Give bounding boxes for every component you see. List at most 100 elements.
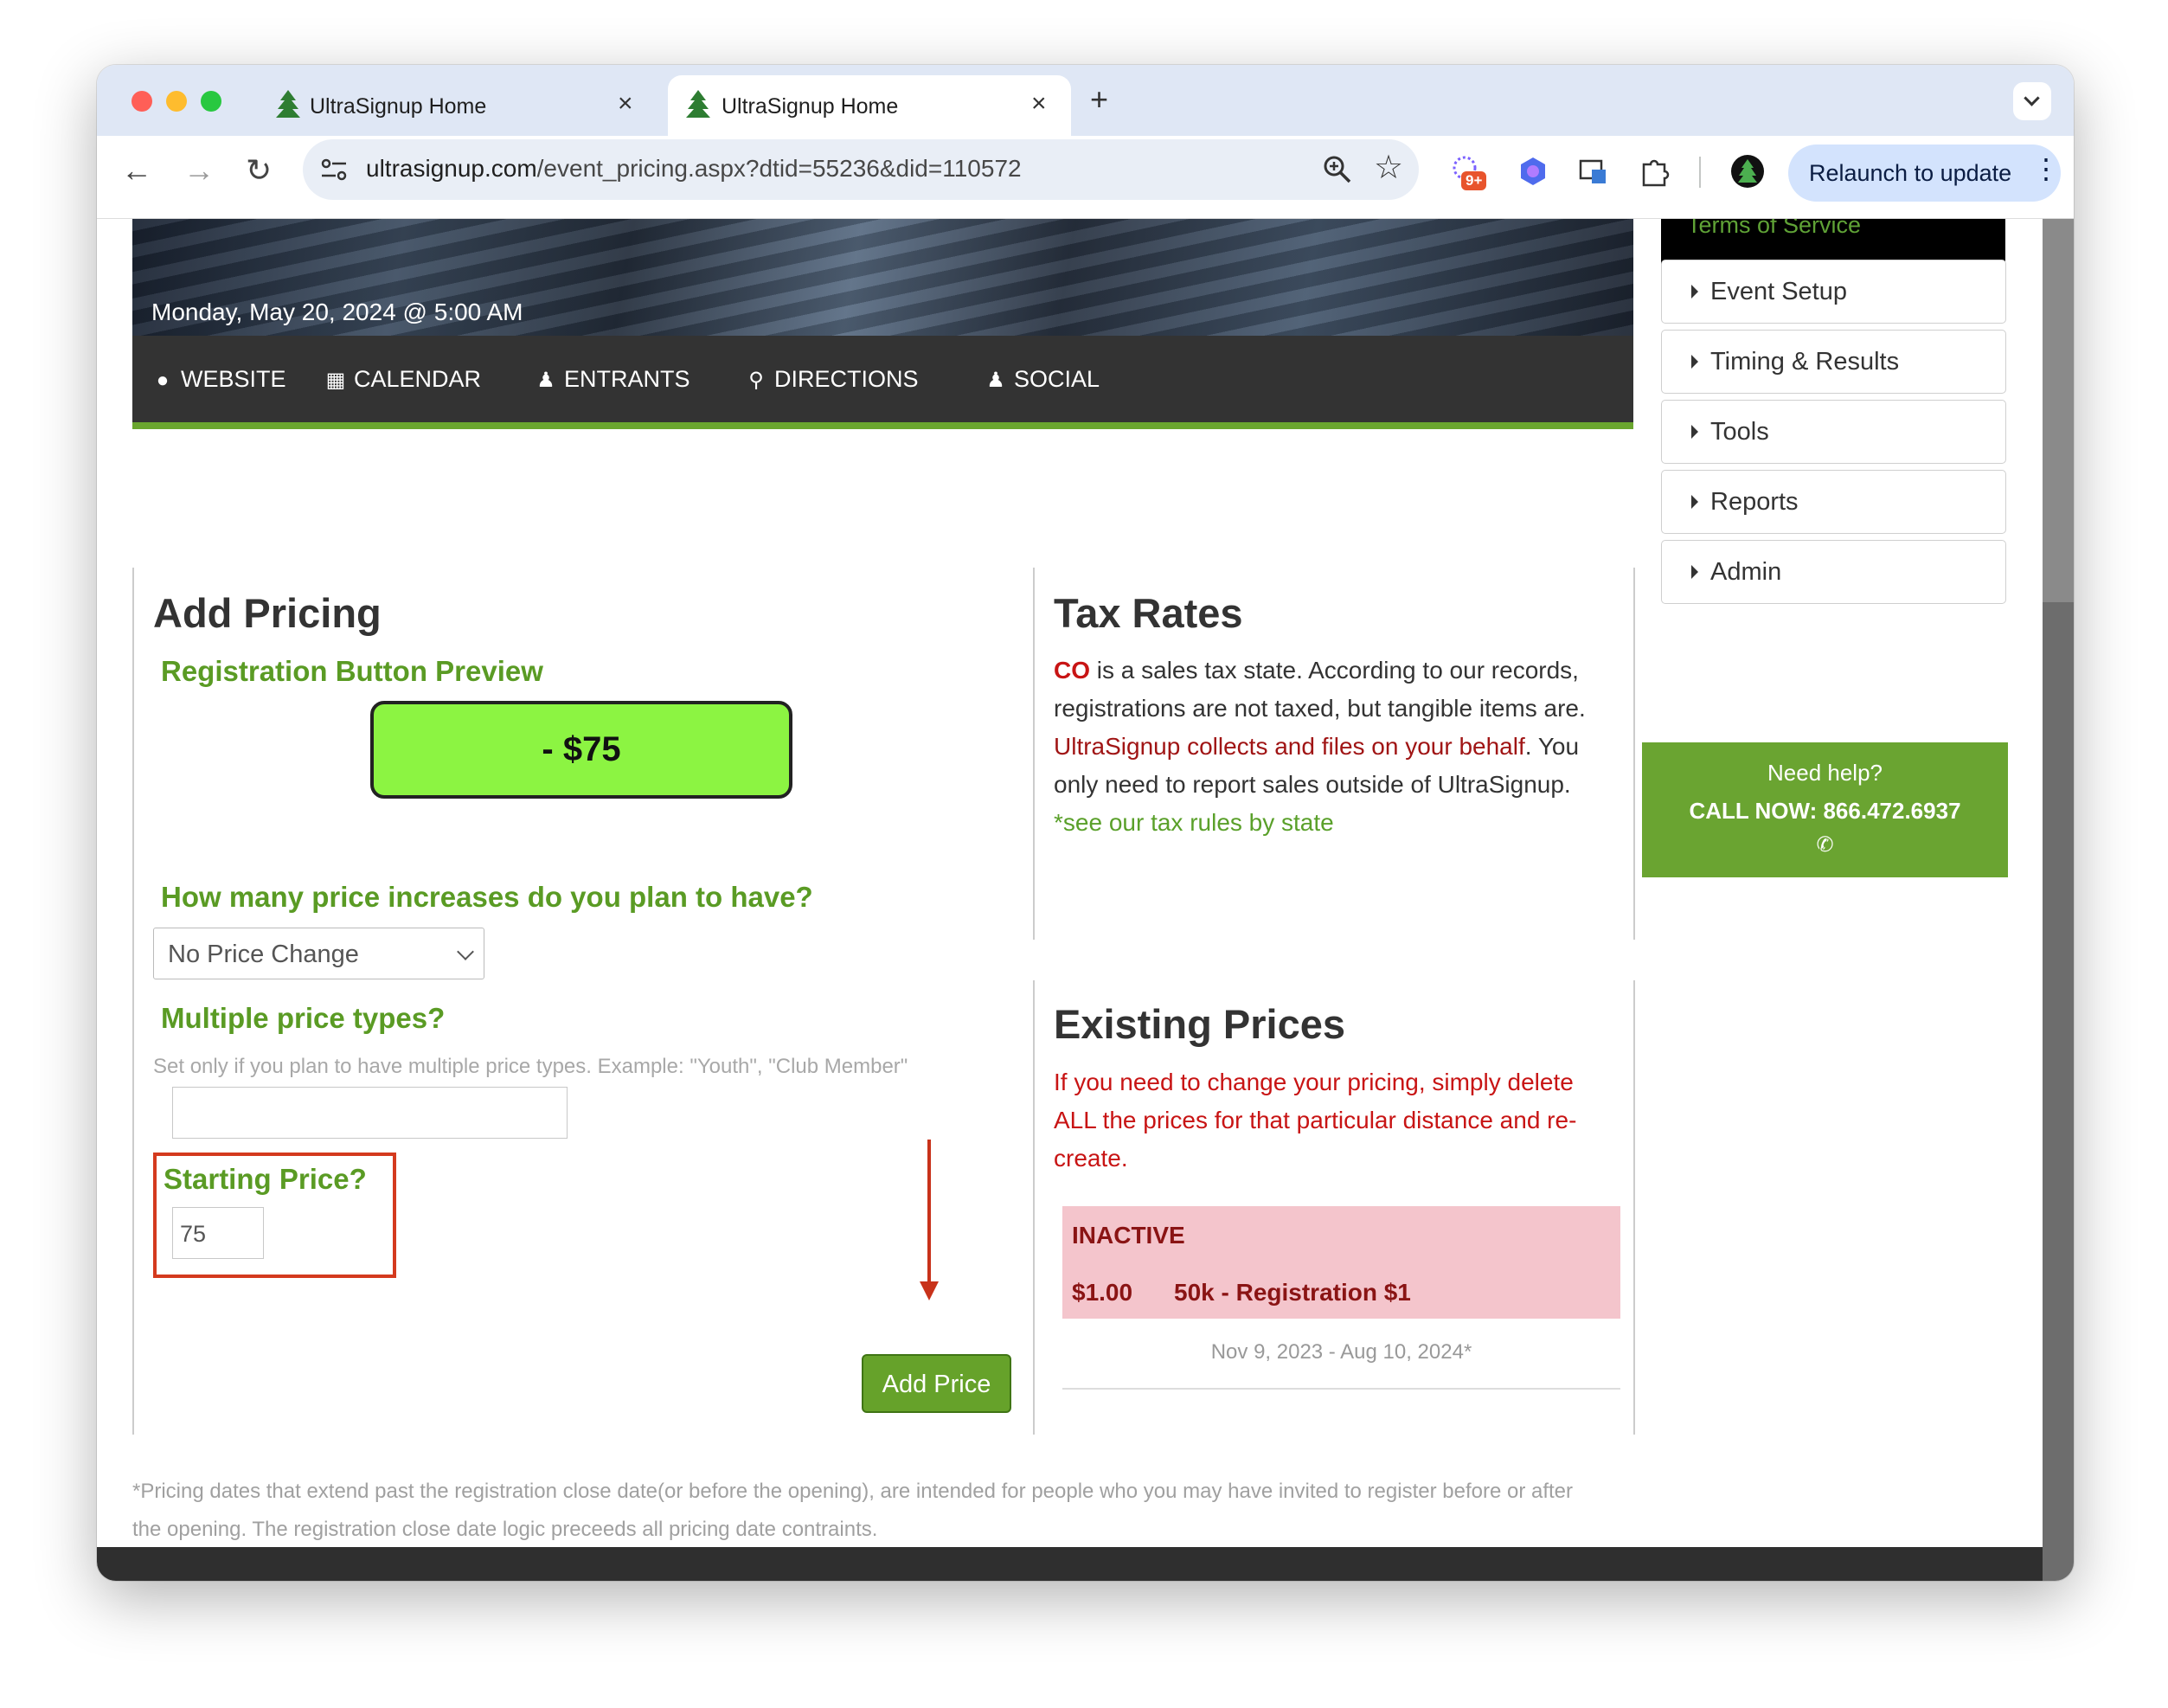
nav-directions[interactable]: ⚲ DIRECTIONS xyxy=(745,366,919,393)
pricing-notice-line-3: create. xyxy=(1054,1145,1128,1172)
screen-capture-icon[interactable] xyxy=(1576,154,1611,189)
tab-ultrasignup-2[interactable]: UltraSignup Home × xyxy=(668,75,1071,136)
phone-icon: ✆ xyxy=(1816,833,1834,857)
middle-column-border xyxy=(1033,980,1035,1435)
bookmark-star-icon[interactable]: ☆ xyxy=(1374,151,1403,184)
need-help-box[interactable]: Need help? CALL NOW: 866.472.6937 ✆ xyxy=(1642,742,2008,877)
nav-social[interactable]: ♟ SOCIAL xyxy=(985,366,1100,393)
event-navbar: ● WEBSITE ▦ CALENDAR ♟ ENTRANTS ⚲ DIRECTIONS… xyxy=(132,336,1633,429)
relaunch-to-update-button[interactable]: Relaunch to update ⋮ xyxy=(1788,144,2061,202)
page-footer xyxy=(97,1547,2043,1581)
call-now-phone: CALL NOW: 866.472.6937 xyxy=(1689,798,1961,824)
close-window-button[interactable] xyxy=(131,91,152,112)
existing-price-card[interactable]: INACTIVE $1.00 50k - Registration $1 xyxy=(1062,1206,1620,1319)
price-increases-select[interactable]: No Price Change xyxy=(153,928,484,979)
back-icon[interactable]: ← xyxy=(121,155,152,186)
chevron-down-icon xyxy=(457,943,474,960)
ultrasignup-tree-icon xyxy=(276,90,300,118)
event-hero-image: Monday, May 20, 2024 @ 5:00 AM xyxy=(132,219,1633,336)
tab-strip: UltraSignup Home × UltraSignup Home × + xyxy=(97,65,2074,136)
maximize-window-button[interactable] xyxy=(201,91,221,112)
tax-line-2: registrations are not taxed, but tangibl… xyxy=(1054,695,1586,722)
price-date-range: Nov 9, 2023 - Aug 10, 2024* xyxy=(1210,1340,1472,1364)
sidebar-item-admin[interactable]: Admin xyxy=(1661,540,2006,604)
middle-column-border xyxy=(1033,568,1035,940)
tax-state: CO xyxy=(1054,657,1090,684)
profile-avatar-icon[interactable] xyxy=(1730,154,1765,189)
price-increases-value: No Price Change xyxy=(168,941,359,968)
price-types-question: Multiple price types? xyxy=(161,1002,446,1034)
add-price-button[interactable]: Add Price xyxy=(862,1354,1011,1413)
tab-search-button[interactable] xyxy=(2013,82,2051,120)
globe-icon: ● xyxy=(156,369,170,392)
chevron-down-icon xyxy=(2024,90,2040,106)
event-date: Monday, May 20, 2024 @ 5:00 AM xyxy=(151,299,523,325)
minimize-window-button[interactable] xyxy=(166,91,187,112)
url-path: /event_pricing.aspx?dtid=55236&did=11057… xyxy=(536,155,1022,182)
caret-right-icon xyxy=(1691,565,1698,579)
more-menu-icon[interactable]: ⋮ xyxy=(2032,155,2060,183)
tab-title: UltraSignup Home xyxy=(310,94,487,119)
browser-window: UltraSignup Home × UltraSignup Home × + … xyxy=(97,65,2074,1581)
right-column-border xyxy=(1633,980,1635,1435)
url-text: ultrasignup.com/event_pricing.aspx?dtid=… xyxy=(366,155,1022,183)
sidebar-item-reports[interactable]: Reports xyxy=(1661,470,2006,534)
registration-preview-button[interactable]: - $75 xyxy=(370,701,792,799)
scrollbar-thumb[interactable] xyxy=(2043,602,2074,1581)
starting-price-value: 75 xyxy=(180,1221,207,1247)
preview-button-label: - $75 xyxy=(542,730,621,768)
pricing-notice-line-2: ALL the prices for that particular dista… xyxy=(1054,1107,1577,1133)
ultrasignup-tree-icon xyxy=(686,90,710,118)
sidebar-item-label: Reports xyxy=(1710,488,1799,516)
caret-right-icon xyxy=(1691,285,1698,299)
price-types-hint: Set only if you plan to have multiple pr… xyxy=(153,1055,908,1078)
terms-of-service-link[interactable]: Terms of Service xyxy=(1687,219,1861,239)
tax-rules-link[interactable]: *see our tax rules by state xyxy=(1054,804,1334,842)
sidebar-item-timing-results[interactable]: Timing & Results xyxy=(1661,330,2006,394)
close-tab-icon[interactable]: × xyxy=(618,91,633,117)
footnote-line-1: *Pricing dates that extend past the regi… xyxy=(132,1480,1573,1503)
sidebar-item-label: Timing & Results xyxy=(1710,348,1900,376)
divider xyxy=(1062,1388,1620,1390)
sidebar-item-tools[interactable]: Tools xyxy=(1661,400,2006,464)
zoom-icon[interactable] xyxy=(1322,154,1353,185)
starting-price-input[interactable]: 75 xyxy=(172,1207,264,1259)
tax-line-1-text: is a sales tax state. According to our r… xyxy=(1090,657,1579,684)
starting-price-label: Starting Price? xyxy=(164,1163,367,1195)
extension-puzzle-badge-icon[interactable]: 9+ xyxy=(1451,154,1487,190)
tab-title: UltraSignup Home xyxy=(722,94,899,119)
address-bar[interactable]: ultrasignup.com/event_pricing.aspx?dtid=… xyxy=(303,139,1419,200)
sidebar-item-event-setup[interactable]: Event Setup xyxy=(1661,260,2006,324)
reload-icon[interactable]: ↻ xyxy=(246,155,272,186)
tab-ultrasignup-1[interactable]: UltraSignup Home × xyxy=(251,75,654,136)
nav-entrants[interactable]: ♟ ENTRANTS xyxy=(535,366,690,393)
pricing-footnote: *Pricing dates that extend past the regi… xyxy=(132,1473,1573,1549)
new-tab-icon[interactable]: + xyxy=(1090,84,1108,115)
status-badge: INACTIVE xyxy=(1072,1222,1185,1249)
relaunch-label: Relaunch to update xyxy=(1809,160,2012,186)
add-price-label: Add Price xyxy=(882,1371,991,1398)
tax-line-4: only need to report sales outside of Ult… xyxy=(1054,771,1571,798)
nav-directions-label: DIRECTIONS xyxy=(774,366,919,392)
annotation-arrow xyxy=(927,1140,931,1285)
sidebar-item-label: Event Setup xyxy=(1710,278,1847,305)
nav-calendar[interactable]: ▦ CALENDAR xyxy=(324,366,481,393)
starting-price-highlight: Starting Price? 75 xyxy=(153,1153,396,1278)
scrollbar-track[interactable] xyxy=(2043,219,2074,1581)
price-types-input[interactable] xyxy=(172,1087,568,1139)
forward-icon[interactable]: → xyxy=(183,155,215,186)
site-settings-icon[interactable] xyxy=(320,157,348,183)
nav-website[interactable]: ● WEBSITE xyxy=(151,366,286,393)
caret-right-icon xyxy=(1691,355,1698,369)
price-name: 50k - Registration $1 xyxy=(1174,1279,1411,1306)
extension-badge: 9+ xyxy=(1461,171,1487,190)
sidebar-item-label: Admin xyxy=(1710,558,1782,586)
extensions-puzzle-icon[interactable] xyxy=(1637,154,1671,189)
close-tab-icon[interactable]: × xyxy=(1031,91,1047,117)
pricing-notice-line-1: If you need to change your pricing, simp… xyxy=(1054,1069,1574,1095)
users-icon: ♟ xyxy=(986,369,1005,392)
price-amount: $1.00 xyxy=(1072,1279,1133,1306)
tax-rates-title: Tax Rates xyxy=(1054,590,1243,636)
copilot-extension-icon[interactable] xyxy=(1516,154,1550,189)
add-pricing-title: Add Pricing xyxy=(153,590,382,636)
